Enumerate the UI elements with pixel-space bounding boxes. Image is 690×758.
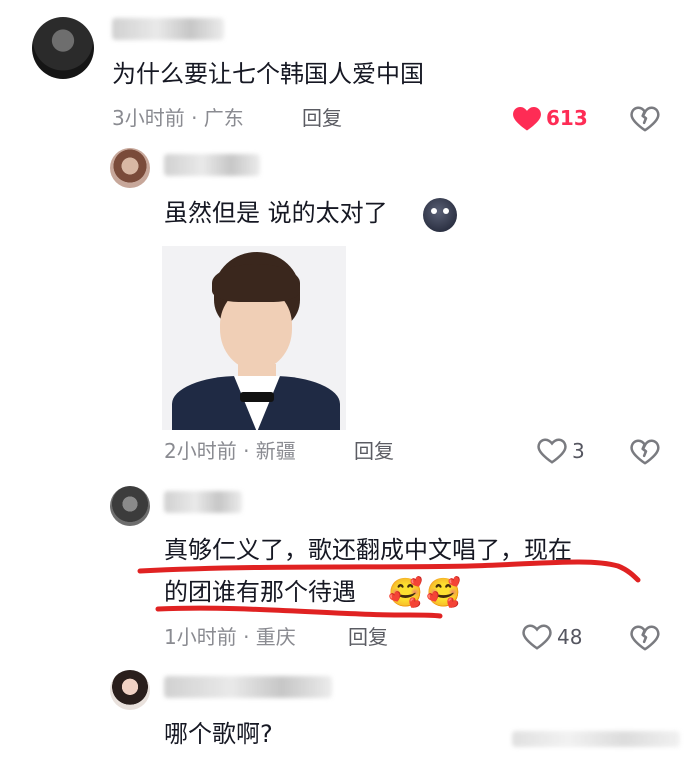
watermark	[512, 731, 680, 747]
avatar[interactable]	[110, 670, 150, 710]
red-underline-annotation	[137, 559, 641, 619]
broken-heart-icon	[630, 623, 660, 653]
heart-outline-icon	[522, 623, 552, 651]
comment-text: 哪个歌啊?	[164, 720, 273, 748]
reply-button[interactable]: 回复	[348, 624, 388, 650]
dislike-button[interactable]	[630, 623, 660, 653]
like-count: 48	[557, 625, 583, 649]
username[interactable]	[164, 676, 332, 698]
like-button[interactable]	[522, 623, 552, 651]
comment-time-location: 1小时前 · 重庆	[164, 625, 296, 649]
